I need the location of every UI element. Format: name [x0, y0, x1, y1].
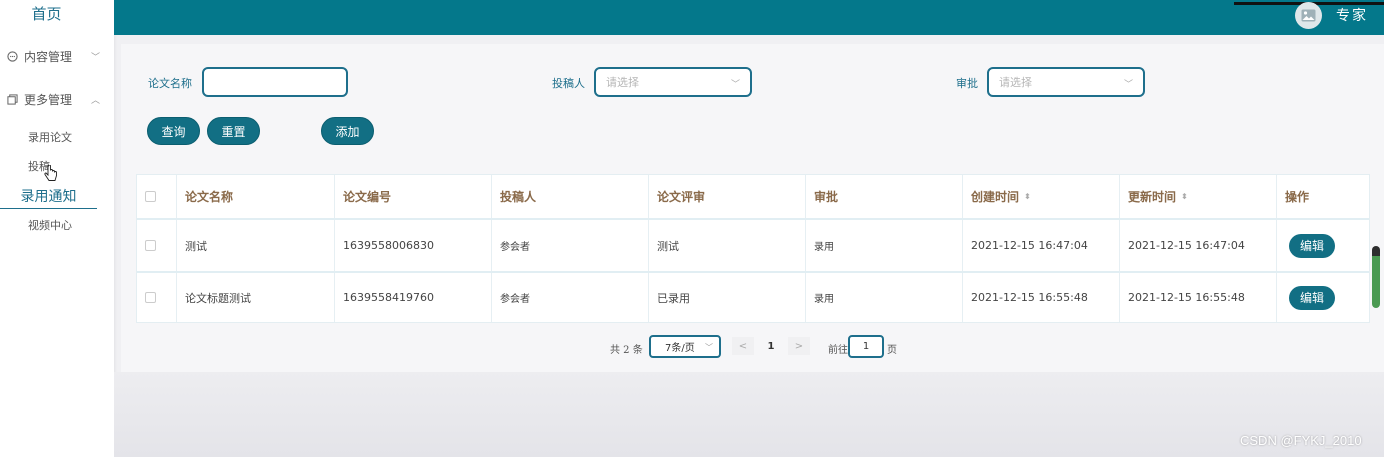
row-select-cell — [137, 273, 177, 322]
sidebar-group-label: 内容管理 — [24, 50, 73, 64]
column-header: 论文编号 — [335, 175, 492, 218]
prev-page-button[interactable]: < — [732, 337, 754, 355]
sort-icon[interactable]: ⬍ — [1181, 192, 1188, 201]
user-avatar[interactable] — [1295, 2, 1322, 29]
paper-title-label: 论文名称 — [148, 77, 192, 90]
table-cell: 测试 — [649, 220, 806, 271]
next-page-button[interactable]: > — [788, 337, 810, 355]
paper-title-input[interactable] — [202, 67, 348, 97]
approval-label: 审批 — [956, 77, 978, 90]
approval-select[interactable]: 请选择 ﹀ — [987, 67, 1145, 97]
column-header: 论文评审 — [649, 175, 806, 218]
table-cell: 参会者 — [492, 273, 649, 322]
reset-button[interactable]: 重置 — [207, 117, 260, 145]
column-header-sortable[interactable]: 更新时间 ⬍ — [1120, 175, 1277, 218]
copy-icon — [6, 94, 18, 106]
sidebar-item-acceptance-notice[interactable]: 录用通知 — [0, 186, 97, 209]
papers-table: 论文名称 论文编号 投稿人 论文评审 审批 创建时间 ⬍ 更新时间 ⬍ 操作 测… — [136, 174, 1370, 323]
image-icon — [1301, 9, 1316, 22]
page-unit-label: 页 — [887, 345, 897, 356]
sidebar-group-more[interactable]: 更多管理 ︿ — [6, 91, 100, 108]
select-all-checkbox[interactable] — [145, 191, 156, 202]
sidebar-group-content[interactable]: 内容管理 ﹀ — [6, 48, 100, 65]
approval-select-placeholder: 请选择 — [999, 76, 1032, 89]
pagination-total: 共 2 条 — [610, 345, 643, 356]
sidebar: 首页 内容管理 ﹀ 更多管理 ︿ 录用论文 投稿 录用通知 视频中心 — [0, 0, 114, 457]
column-header: 论文名称 — [177, 175, 335, 218]
table-cell-actions: 编辑 — [1277, 273, 1370, 322]
table-cell: 2021-12-15 16:47:04 — [963, 220, 1120, 271]
table-cell-actions: 编辑 — [1277, 220, 1370, 271]
author-select-placeholder: 请选择 — [606, 76, 639, 89]
sidebar-group-label: 更多管理 — [24, 93, 73, 107]
table-cell: 2021-12-15 16:47:04 — [1120, 220, 1277, 271]
row-checkbox[interactable] — [145, 292, 156, 303]
main-bottom-area — [114, 372, 1384, 457]
chat-icon — [6, 51, 18, 63]
sidebar-home[interactable]: 首页 — [0, 3, 93, 24]
table-cell: 录用 — [806, 273, 963, 322]
goto-label: 前往 — [828, 345, 848, 356]
scrollbar[interactable] — [1372, 246, 1380, 308]
sort-icon[interactable]: ⬍ — [1024, 192, 1031, 201]
table-cell: 1639558006830 — [335, 220, 492, 271]
row-checkbox[interactable] — [145, 240, 156, 251]
column-header-label: 更新时间 — [1128, 190, 1177, 204]
current-page[interactable]: 1 — [758, 337, 784, 355]
sidebar-item-accepted-papers[interactable]: 录用论文 — [28, 129, 72, 145]
table-cell: 录用 — [806, 220, 963, 271]
chevron-down-icon: ﹀ — [91, 53, 101, 63]
table-cell: 1639558419760 — [335, 273, 492, 322]
chevron-down-icon: ﹀ — [705, 343, 713, 352]
chevron-up-icon: ︿ — [91, 96, 101, 106]
table-cell: 论文标题测试 — [177, 273, 335, 322]
table-cell: 2021-12-15 16:55:48 — [1120, 273, 1277, 322]
table-cell: 测试 — [177, 220, 335, 271]
chevron-down-icon: ﹀ — [1123, 80, 1133, 90]
column-header-sortable[interactable]: 创建时间 ⬍ — [963, 175, 1120, 218]
goto-page-input[interactable]: 1 — [848, 335, 884, 358]
top-header-bar — [114, 0, 1384, 35]
select-all-cell — [137, 175, 177, 218]
edit-button[interactable]: 编辑 — [1289, 285, 1335, 310]
row-select-cell — [137, 220, 177, 271]
query-button[interactable]: 查询 — [147, 117, 200, 145]
column-header: 投稿人 — [492, 175, 649, 218]
watermark: CSDN @FYKJ_2010 — [1240, 433, 1362, 448]
table-cell: 参会者 — [492, 220, 649, 271]
column-header-label: 创建时间 — [971, 190, 1020, 204]
table-cell: 已录用 — [649, 273, 806, 322]
chevron-down-icon: ﹀ — [730, 80, 740, 90]
add-button[interactable]: 添加 — [321, 117, 374, 145]
author-select[interactable]: 请选择 ﹀ — [594, 67, 752, 97]
column-header: 操作 — [1285, 190, 1310, 204]
column-header: 审批 — [806, 175, 963, 218]
table-cell: 2021-12-15 16:55:48 — [963, 273, 1120, 322]
page-size-select[interactable]: 7条/页 ﹀ — [649, 335, 721, 358]
hand-cursor-icon — [44, 165, 57, 181]
edit-button[interactable]: 编辑 — [1289, 233, 1335, 258]
user-name[interactable]: 专家 — [1336, 5, 1368, 25]
page-size-value: 7条/页 — [665, 343, 695, 354]
author-label: 投稿人 — [552, 77, 585, 90]
sidebar-item-video-center[interactable]: 视频中心 — [28, 217, 72, 233]
